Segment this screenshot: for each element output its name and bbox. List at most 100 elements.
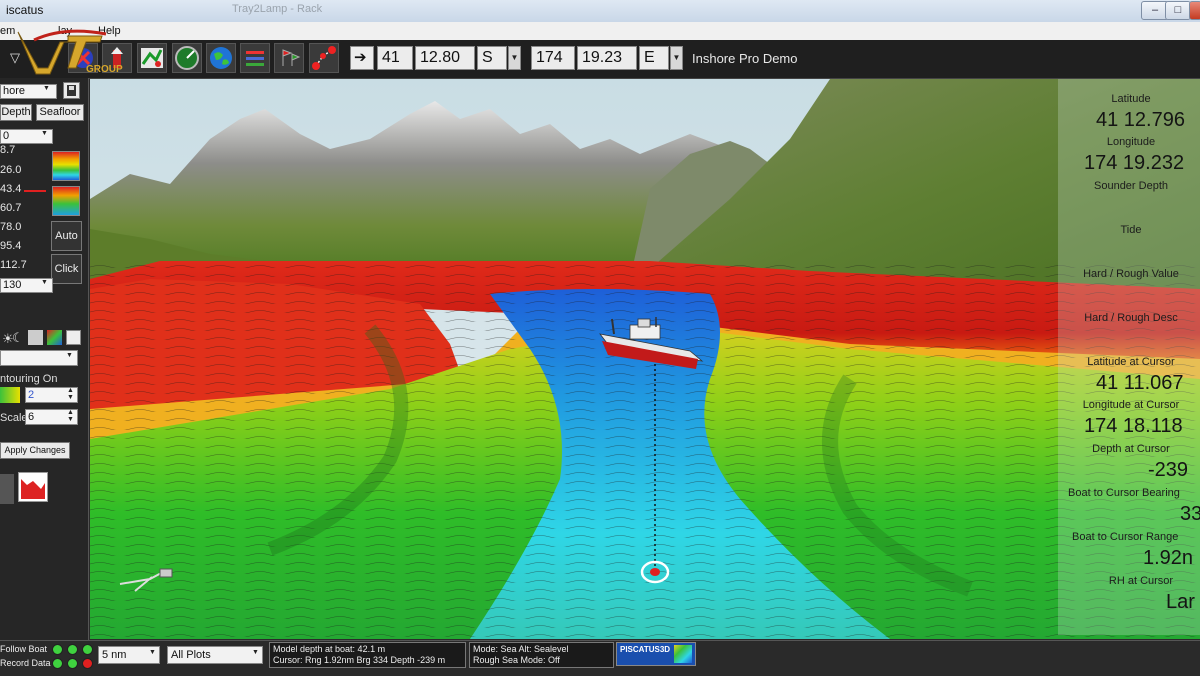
3d-bathymetry-view[interactable] <box>90 79 1200 639</box>
flags-icon[interactable] <box>274 43 304 73</box>
plots-select[interactable]: All Plots <box>167 646 263 664</box>
info-panel: Latitude 41 12.796 Longitude 174 19.232 … <box>1058 79 1200 635</box>
latitude-at-cursor-value: 41 11.067 <box>1096 372 1184 394</box>
layers-icon[interactable] <box>240 43 270 73</box>
chevron-down-icon[interactable]: ▼ <box>252 649 259 656</box>
close-button[interactable] <box>1189 1 1200 20</box>
chevron-down-icon[interactable]: ▼ <box>41 130 48 137</box>
depth-button[interactable]: Depth <box>0 104 32 121</box>
depth-at-cursor-label: Depth at Cursor <box>1092 443 1170 455</box>
logo-text: GROUP <box>86 64 123 75</box>
longitude-value: 174 19.232 <box>1084 152 1185 174</box>
sounder-depth-label: Sounder Depth <box>1094 180 1168 192</box>
latitude-hemisphere-select[interactable]: S <box>477 46 507 70</box>
latitude-value: 41 12.796 <box>1096 109 1185 131</box>
latitude-label: Latitude <box>1111 93 1151 105</box>
location-label: Inshore Pro Demo <box>692 51 798 66</box>
depth-scale-label: 78.0 <box>0 221 22 233</box>
mode-info-box: Mode: Sea Alt: Sealevel Rough Sea Mode: … <box>469 642 614 668</box>
brand-text: PISCATUS3D <box>620 645 671 654</box>
view-mode-icon[interactable] <box>28 330 43 345</box>
record-data-label: Record Data <box>0 658 51 668</box>
depth-at-cursor-value: -239 <box>1148 459 1189 481</box>
settings-icon[interactable] <box>66 330 81 345</box>
chevron-down-icon[interactable]: ▼ <box>149 649 156 656</box>
longitude-at-cursor-value: 174 18.118 <box>1084 415 1183 437</box>
seafloor-button[interactable]: Seafloor <box>36 104 84 121</box>
hard-rough-desc-label: Hard / Rough Desc <box>1084 312 1178 324</box>
vt-group-logo: GROUP <box>14 24 124 80</box>
depth-scale-label: 112.7 <box>0 259 27 271</box>
rough-sea-text: Rough Sea Mode: Off <box>473 655 560 665</box>
boat-to-cursor-bearing-value: 33 <box>1180 503 1200 525</box>
hard-rough-value-label: Hard / Rough Value <box>1083 268 1179 280</box>
window-ghost-title: Tray2Lamp - Rack <box>232 3 323 15</box>
chevron-down-icon[interactable]: ▼ <box>66 352 73 359</box>
boat-view-icon[interactable] <box>0 474 14 504</box>
tide-label: Tide <box>1120 224 1142 236</box>
model-depth-text: Model depth at boat: 42.1 m <box>273 644 386 654</box>
piscatus-brand-logo: PISCATUS3D <box>616 642 696 666</box>
depth-info-box: Model depth at boat: 42.1 m Cursor: Rng … <box>269 642 466 668</box>
arrow-right-icon[interactable]: ➔ <box>350 46 374 70</box>
depth-scale-label: 8.7 <box>0 144 16 156</box>
longitude-hemisphere-select[interactable]: E <box>639 46 669 70</box>
led-indicator[interactable] <box>82 658 93 669</box>
latitude-minutes-input[interactable]: 12.80 <box>415 46 475 70</box>
color-mode-icon[interactable] <box>47 330 62 345</box>
toolbar: ▽ ➔ 41 12.80 S ▼ 174 19.23 E ▼ Inshore P… <box>0 40 1200 79</box>
led-indicator[interactable] <box>52 658 63 669</box>
depth-scale-label: 26.0 <box>0 164 22 176</box>
rh-at-cursor-label: RH at Cursor <box>1108 575 1174 587</box>
globe-icon[interactable] <box>206 43 236 73</box>
led-indicator[interactable] <box>67 658 78 669</box>
led-indicator[interactable] <box>82 644 93 655</box>
maximize-button[interactable]: □ <box>1165 1 1191 20</box>
rh-at-cursor-value: Lar <box>1166 591 1195 613</box>
boat-to-cursor-bearing-label: Boat to Cursor Bearing <box>1068 487 1180 499</box>
chevron-down-icon[interactable]: ▼ <box>508 46 521 70</box>
menu-item-system[interactable]: em <box>0 25 15 37</box>
chevron-down-icon[interactable]: ▼ <box>670 46 683 70</box>
profile-view-icon[interactable] <box>18 472 48 502</box>
left-control-panel: hore ▼ Depth Seafloor 0 ▼ 8.7 26.0 43.4 … <box>0 78 89 640</box>
palette-swatch-2[interactable] <box>52 186 80 216</box>
chevron-down-icon[interactable]: ▼ <box>41 279 48 286</box>
gauge-icon[interactable] <box>172 43 202 73</box>
latitude-at-cursor-label: Latitude at Cursor <box>1087 356 1175 368</box>
click-button[interactable]: Click <box>51 254 82 284</box>
cursor-info-text: Cursor: Rng 1.92nm Brg 334 Depth -239 m <box>273 655 446 665</box>
led-indicator[interactable] <box>67 644 78 655</box>
palette-swatch-1[interactable] <box>52 151 80 181</box>
menu-bar: em lay Help <box>0 22 1200 41</box>
boat-to-cursor-range-label: Boat to Cursor Range <box>1072 531 1179 543</box>
longitude-degrees-input[interactable]: 174 <box>531 46 575 70</box>
led-indicator[interactable] <box>52 644 63 655</box>
chevron-down-icon[interactable]: ▼ <box>43 85 50 92</box>
auto-button[interactable]: Auto <box>51 221 82 251</box>
title-bar: iscatus Tray2Lamp - Rack – □ <box>0 0 1200 23</box>
save-icon[interactable] <box>63 82 80 99</box>
mode-info-text: Mode: Sea Alt: Sealevel <box>473 644 569 654</box>
longitude-label: Longitude <box>1106 136 1156 148</box>
moon-icon[interactable]: ☾ <box>12 330 24 346</box>
depth-scale-label: 43.4 <box>0 183 22 195</box>
depth-scale-label: 60.7 <box>0 202 22 214</box>
depth-marker <box>24 190 46 192</box>
longitude-minutes-input[interactable]: 19.23 <box>577 46 637 70</box>
contouring-label: ntouring On <box>0 373 58 385</box>
chart-icon[interactable] <box>137 43 167 73</box>
depth-scale-label: 95.4 <box>0 240 22 252</box>
latitude-degrees-input[interactable]: 41 <box>377 46 413 70</box>
boat-to-cursor-range-value: 1.92n <box>1143 547 1194 569</box>
stepper-icon[interactable]: ▲ ▼ <box>67 387 74 401</box>
contour-color-icon[interactable] <box>0 387 20 403</box>
apply-changes-button[interactable]: Apply Changes <box>0 442 70 459</box>
follow-boat-label: Follow Boat <box>0 644 48 654</box>
stepper-icon[interactable]: ▲ ▼ <box>67 409 74 423</box>
route-icon[interactable] <box>309 43 339 73</box>
scale-label: Scale <box>0 412 28 424</box>
window-title: iscatus <box>6 3 44 17</box>
brand-icon <box>674 645 692 663</box>
status-bar: Follow Boat Record Data 5 nm ▼ All Plots… <box>0 640 1200 676</box>
